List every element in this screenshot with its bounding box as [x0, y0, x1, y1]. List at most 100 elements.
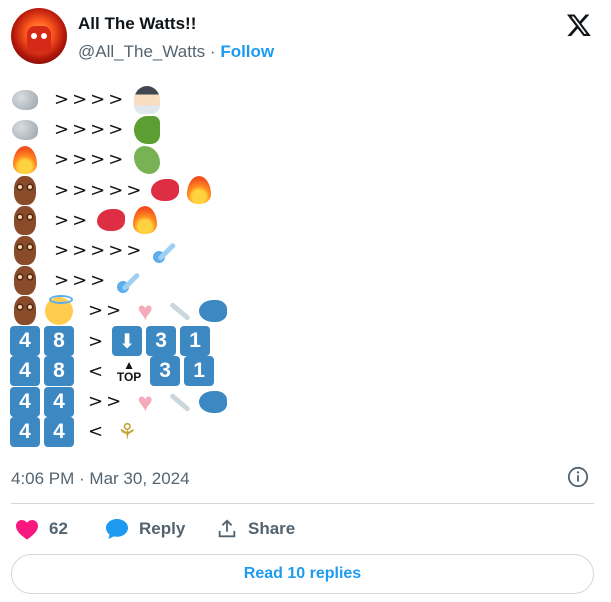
rice-ear-icon-shape: ⚘	[117, 418, 137, 444]
fire-icon-shape	[187, 176, 212, 205]
owl-icon-shape	[14, 175, 36, 205]
row-text: >>	[88, 300, 125, 322]
person-icon	[132, 85, 162, 115]
fish-icon	[198, 387, 228, 417]
row-text: >>>>>	[54, 179, 145, 201]
row-text: >>>>>	[54, 240, 145, 261]
author-name[interactable]: All The Watts!!	[78, 14, 196, 34]
dinosaur-icon-shape	[134, 115, 161, 144]
owl-icon	[10, 175, 40, 205]
emoji-row: >>	[10, 205, 164, 236]
read-replies-label: Read 10 replies	[243, 565, 362, 582]
owl-icon	[10, 205, 40, 235]
follow-button[interactable]: Follow	[220, 42, 274, 61]
keycap-8-icon: 8	[44, 356, 74, 387]
author-handle-row: @All_The_Watts · Follow	[78, 42, 274, 62]
row-text: >>>>	[54, 89, 127, 110]
share-icon	[218, 519, 236, 538]
tweet-card: All The Watts!! @All_The_Watts · Follow …	[0, 0, 611, 602]
row-text: >>>>	[54, 149, 127, 171]
fish-icon-shape	[199, 390, 228, 413]
fire-icon-shape	[13, 145, 37, 174]
bone-icon-shape	[165, 388, 193, 416]
rock-icon	[10, 115, 40, 145]
emoji-row: >>>>	[10, 84, 166, 115]
owl-icon	[10, 296, 40, 326]
bird-icon	[96, 205, 126, 235]
dinosaur-icon	[132, 115, 162, 145]
top-arrow-icon: ▲ TOP	[112, 356, 146, 386]
author-handle[interactable]: @All_The_Watts	[78, 42, 205, 61]
emoji-row: >>>>>	[10, 175, 218, 206]
fish-icon-shape	[199, 299, 228, 322]
timestamp[interactable]: 4:06 PM · Mar 30, 2024	[11, 469, 190, 489]
keycap-3-icon: 3	[146, 326, 177, 357]
keycap-4-icon: 4	[44, 386, 74, 417]
row-text: >>>	[54, 270, 109, 292]
owl-icon-shape	[14, 266, 36, 296]
bird-icon-shape	[151, 179, 180, 202]
comet-icon	[150, 236, 180, 266]
heart-icon: ♥	[130, 296, 160, 326]
keycap-4-icon: 4	[10, 386, 40, 417]
keycap-4-icon: 4	[10, 356, 40, 387]
bird-icon	[150, 175, 180, 205]
keycap-3-icon: 3	[150, 356, 181, 387]
keycap-4-icon: 4	[44, 416, 74, 447]
info-icon[interactable]	[567, 466, 589, 488]
owl-icon	[10, 266, 40, 296]
reply-button[interactable]: Reply	[105, 518, 185, 540]
fire-icon	[10, 145, 40, 175]
emoji-row: 4 4 < ⚘	[10, 416, 146, 447]
heart-icon	[16, 520, 38, 540]
like-button[interactable]: 62	[15, 518, 68, 540]
heart-icon: ♥	[130, 387, 160, 417]
down-arrow-icon: ⬇	[112, 326, 143, 357]
rice-ear-icon: ⚘	[112, 417, 142, 447]
reply-bubble-icon	[106, 519, 128, 539]
halo-face-icon	[44, 294, 74, 326]
x-logo-icon[interactable]	[566, 12, 592, 38]
avatar[interactable]	[11, 8, 67, 64]
row-text: >>>>	[54, 119, 127, 141]
row-text: <	[88, 360, 107, 382]
read-replies-button[interactable]: Read 10 replies	[11, 554, 594, 594]
fish-icon	[198, 296, 228, 326]
bird-icon-shape	[97, 209, 126, 232]
separator-dot: ·	[209, 42, 216, 61]
fire-icon-shape	[133, 206, 158, 235]
emoji-row: >>>	[10, 265, 148, 296]
bone-icon	[164, 387, 194, 417]
emoji-row: >>>>	[10, 114, 166, 145]
comet-icon-shape	[151, 237, 179, 265]
fire-icon	[130, 205, 160, 235]
person-icon-shape	[134, 85, 161, 114]
bone-icon-shape	[165, 297, 193, 325]
share-label: Share	[248, 519, 296, 538]
rock-icon	[10, 85, 40, 115]
keycap-4-icon: 4	[10, 326, 40, 357]
owl-icon-shape	[14, 296, 36, 326]
like-count: 62	[49, 519, 68, 538]
top-label: TOP	[116, 370, 142, 385]
owl-icon-shape	[14, 205, 36, 235]
heart-icon-shape: ♥	[137, 386, 153, 417]
share-button[interactable]: Share	[216, 518, 295, 540]
row-text: >>	[54, 209, 91, 231]
row-text: >	[88, 330, 107, 352]
comet-icon	[114, 266, 144, 296]
emoji-row: >>>>>	[10, 235, 184, 266]
owl-icon	[10, 236, 40, 266]
owl-icon-shape	[14, 236, 36, 265]
divider	[11, 503, 594, 504]
dragon-icon	[132, 145, 162, 175]
bone-icon	[164, 296, 194, 326]
row-text: <	[88, 421, 107, 443]
keycap-1-icon: 1	[180, 326, 211, 357]
row-text: >>	[88, 391, 125, 412]
reply-label: Reply	[139, 519, 186, 538]
emoji-row: 4 8 > ⬇ 3 1	[10, 326, 214, 357]
keycap-4-icon: 4	[10, 416, 40, 447]
keycap-1-icon: 1	[184, 356, 215, 387]
halo-face-icon-shape	[45, 294, 73, 325]
